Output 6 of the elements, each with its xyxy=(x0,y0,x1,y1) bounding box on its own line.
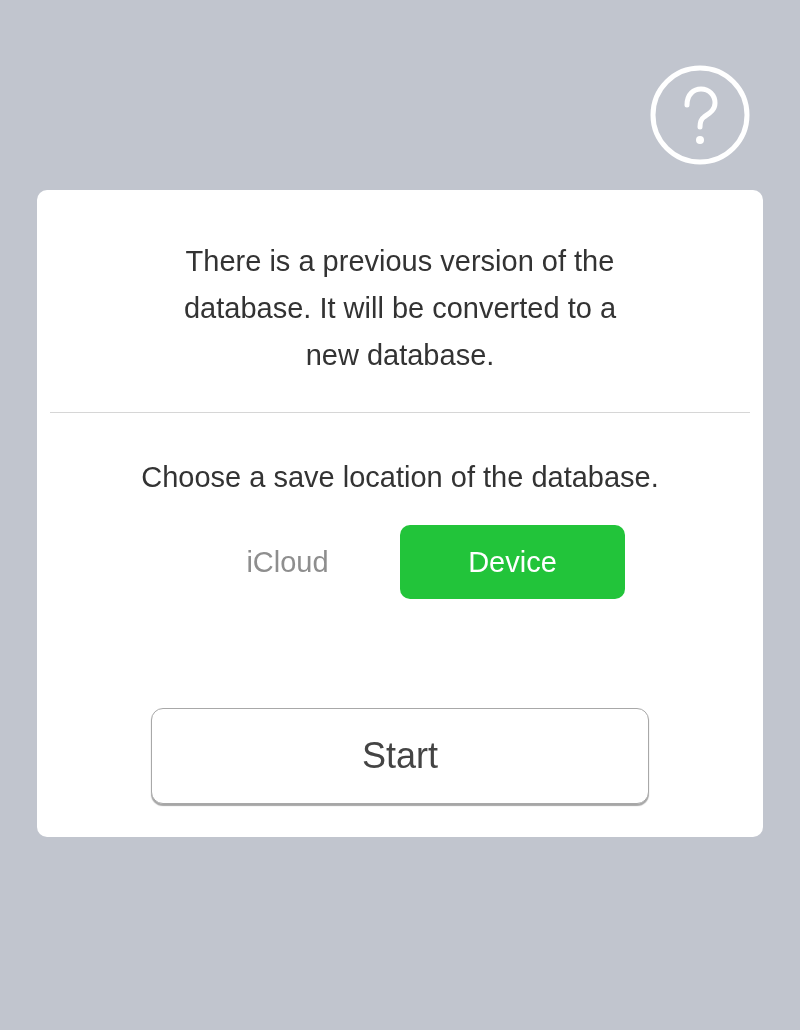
location-option[interactable]: Device xyxy=(400,525,625,599)
message-text: There is a previous version of the database. It will be converted to a new database. xyxy=(182,244,617,373)
location-option[interactable]: iCloud xyxy=(175,525,400,599)
start-button[interactable]: Start xyxy=(151,708,649,804)
prompt-text: Choose a save location of the database. xyxy=(141,460,659,495)
help-icon[interactable] xyxy=(650,65,750,165)
